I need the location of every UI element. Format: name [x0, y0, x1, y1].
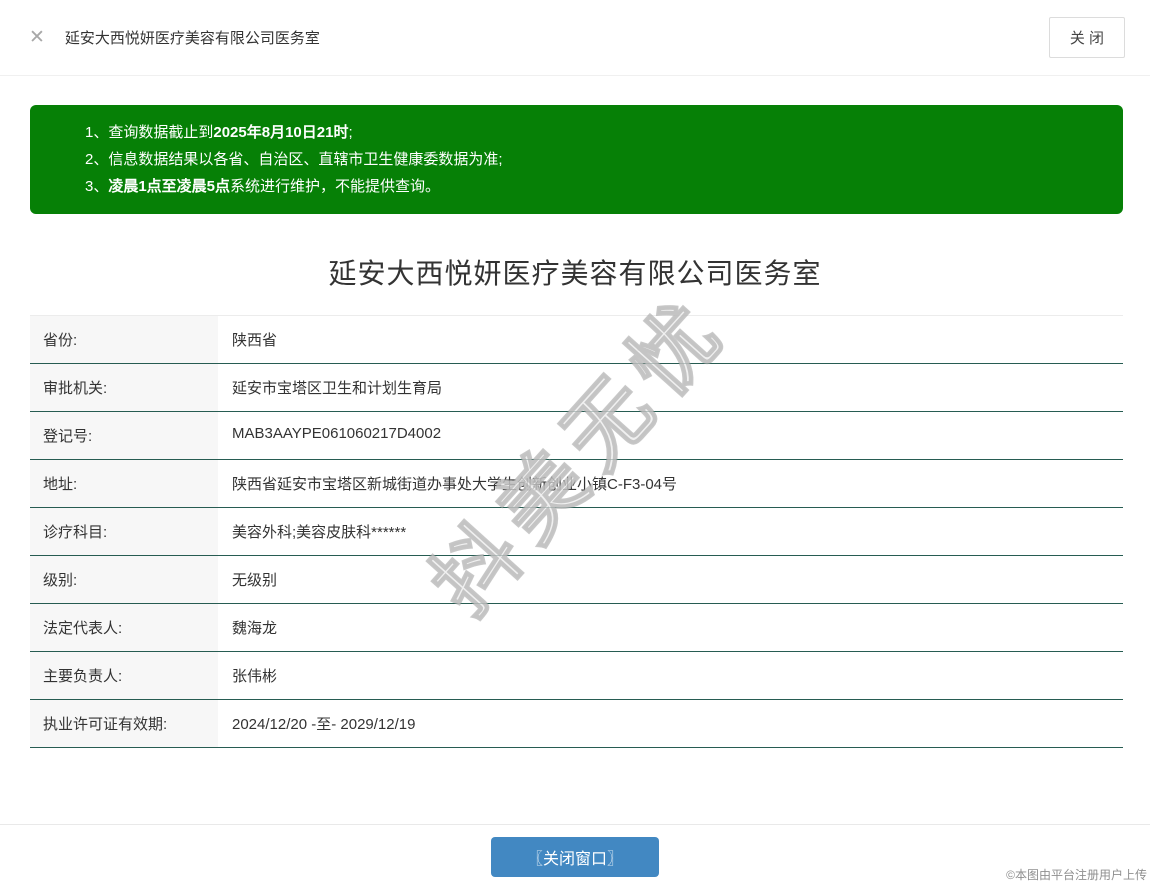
copyright-watermark: ©本图由平台注册用户上传	[1006, 866, 1147, 883]
row-value: 无级别	[218, 556, 1123, 603]
row-label: 诊疗科目:	[30, 508, 218, 555]
row-label: 级别:	[30, 556, 218, 603]
row-label: 法定代表人:	[30, 604, 218, 651]
notice-line-2-num: 2、	[85, 151, 108, 168]
table-row-address: 地址: 陕西省延安市宝塔区新城街道办事处大学生创新创业小镇C-F3-04号	[30, 460, 1123, 508]
header: ✕ 延安大西悦妍医疗美容有限公司医务室 关 闭	[0, 0, 1150, 76]
table-row-level: 级别: 无级别	[30, 556, 1123, 604]
row-label: 执业许可证有效期:	[30, 700, 218, 747]
row-value: 美容外科;美容皮肤科******	[218, 508, 1123, 555]
row-value: 陕西省	[218, 316, 1123, 363]
table-row-treatment-subjects: 诊疗科目: 美容外科;美容皮肤科******	[30, 508, 1123, 556]
notice-line-1-bold: 2025年8月10日21时	[213, 124, 348, 141]
table-row-license-validity: 执业许可证有效期: 2024/12/20 -至- 2029/12/19	[30, 700, 1123, 748]
row-label: 省份:	[30, 316, 218, 363]
row-value: 张伟彬	[218, 652, 1123, 699]
row-value: 延安市宝塔区卫生和计划生育局	[218, 364, 1123, 411]
notice-line-1-pre: 查询数据截止到	[108, 124, 213, 141]
row-value: MAB3AAYPE061060217D4002	[218, 412, 1123, 459]
table-row-principal: 主要负责人: 张伟彬	[30, 652, 1123, 700]
row-label: 登记号:	[30, 412, 218, 459]
close-x-icon[interactable]: ✕	[25, 28, 49, 47]
row-label: 地址:	[30, 460, 218, 507]
table-row-legal-representative: 法定代表人: 魏海龙	[30, 604, 1123, 652]
table-row-registration-number: 登记号: MAB3AAYPE061060217D4002	[30, 412, 1123, 460]
row-label: 审批机关:	[30, 364, 218, 411]
notice-line-3: 3、凌晨1点至凌晨5点系统进行维护，不能提供查询。	[85, 173, 1103, 200]
row-value: 陕西省延安市宝塔区新城街道办事处大学生创新创业小镇C-F3-04号	[218, 460, 1123, 507]
header-title: 延安大西悦妍医疗美容有限公司医务室	[65, 27, 320, 48]
row-label: 主要负责人:	[30, 652, 218, 699]
notice-line-3-num: 3、	[85, 178, 108, 195]
notice-line-2-pre: 信息数据结果以各省、自治区、直辖市卫生健康委数据为准;	[108, 151, 502, 168]
notice-line-1-num: 1、	[85, 124, 108, 141]
notice-line-3-post: 系统进行维护，不能提供查询。	[230, 178, 440, 195]
info-table: 省份: 陕西省 审批机关: 延安市宝塔区卫生和计划生育局 登记号: MAB3AA…	[30, 315, 1123, 748]
notice-box: 1、查询数据截止到2025年8月10日21时; 2、信息数据结果以各省、自治区、…	[30, 105, 1123, 214]
notice-line-1: 1、查询数据截止到2025年8月10日21时;	[85, 119, 1103, 146]
notice-line-2: 2、信息数据结果以各省、自治区、直辖市卫生健康委数据为准;	[85, 146, 1103, 173]
page: ✕ 延安大西悦妍医疗美容有限公司医务室 关 闭 1、查询数据截止到2025年8月…	[0, 0, 1150, 889]
footer-bar: 〖关闭窗口〗	[0, 824, 1150, 889]
close-window-button[interactable]: 〖关闭窗口〗	[491, 837, 659, 877]
notice-line-3-bold: 凌晨1点至凌晨5点	[108, 178, 230, 195]
row-value: 魏海龙	[218, 604, 1123, 651]
table-row-approval-authority: 审批机关: 延安市宝塔区卫生和计划生育局	[30, 364, 1123, 412]
page-title: 延安大西悦妍医疗美容有限公司医务室	[0, 252, 1150, 292]
notice-line-1-post: ;	[348, 124, 352, 141]
row-value: 2024/12/20 -至- 2029/12/19	[218, 700, 1123, 747]
close-button[interactable]: 关 闭	[1049, 17, 1125, 58]
table-row-province: 省份: 陕西省	[30, 316, 1123, 364]
